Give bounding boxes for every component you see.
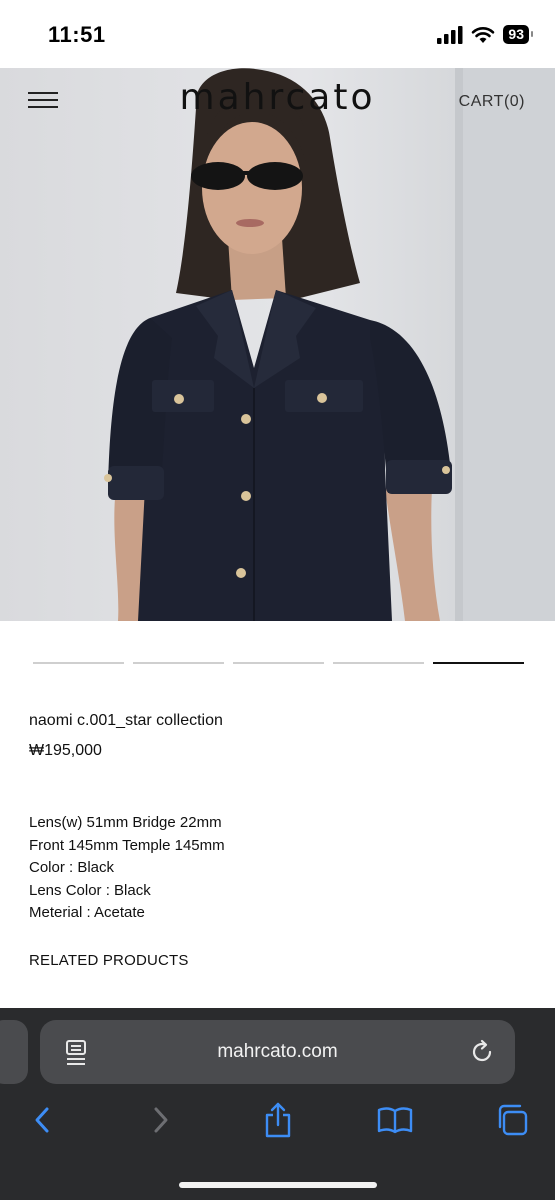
status-icons: 93 [437,25,533,44]
battery-level: 93 [508,26,524,42]
url-text[interactable]: mahrcato.com [40,1041,515,1063]
cellular-signal-icon [437,25,463,44]
reload-icon[interactable] [469,1039,495,1065]
back-button[interactable] [22,1100,62,1140]
product-name: naomi c.001_star collection [29,712,223,729]
carousel-indicator-active[interactable] [433,662,524,664]
previous-tab-peek[interactable] [0,1020,28,1084]
product-price: ₩195,000 [29,742,102,759]
model-photo [104,68,555,621]
home-indicator [179,1182,377,1188]
wifi-icon [472,26,495,43]
browser-toolbar [0,1100,555,1140]
share-button[interactable] [258,1100,298,1140]
product-hero-image[interactable] [0,68,555,621]
spec-line: Meterial : Acetate [29,904,145,922]
carousel-indicator[interactable] [233,662,324,664]
spec-line: Color : Black [29,859,115,877]
carousel-indicator[interactable] [333,662,424,664]
status-time: 11:51 [48,22,106,47]
product-specs: Lens(w) 51mm Bridge 22mm Front 145mm Tem… [29,812,225,925]
spec-line: Lens Color : Black [29,881,151,899]
bookmarks-icon [377,1107,413,1134]
tabs-button[interactable] [492,1100,532,1140]
cart-link[interactable]: CART(0) [459,93,525,111]
carousel-indicators [33,662,524,664]
back-icon [35,1107,49,1133]
related-products-heading: RELATED PRODUCTS [29,952,189,969]
address-bar[interactable]: mahrcato.com [40,1020,515,1084]
forward-icon [154,1107,168,1133]
status-bar: 11:51 93 [0,0,555,68]
forward-button[interactable] [141,1100,181,1140]
share-icon [265,1102,291,1138]
bookmarks-button[interactable] [375,1100,415,1140]
spec-line: Front 145mm Temple 145mm [29,836,225,854]
carousel-indicator[interactable] [33,662,124,664]
carousel-indicator[interactable] [133,662,224,664]
browser-bottom-bar: mahrcato.com [0,1008,555,1200]
tabs-icon [498,1104,528,1136]
spec-line: Lens(w) 51mm Bridge 22mm [29,814,222,831]
battery-icon: 93 [503,25,533,44]
